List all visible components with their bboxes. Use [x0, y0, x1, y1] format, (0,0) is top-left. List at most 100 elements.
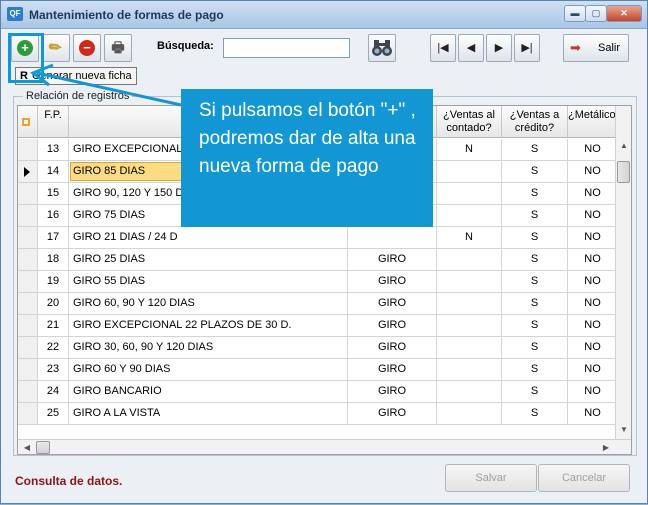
vertical-scrollbar[interactable]: ▲ ▼ [615, 106, 631, 439]
table-row[interactable]: 24 GIRO BANCARIO GIRO S NO [18, 381, 618, 403]
cell-description[interactable]: GIRO 60 Y 90 DIAS [69, 359, 348, 381]
cell-cash-sales[interactable]: N [437, 139, 502, 161]
delete-button[interactable]: − [73, 34, 101, 62]
minimize-button[interactable]: ▬ [564, 5, 586, 22]
cell-fp[interactable]: 24 [38, 381, 69, 403]
cell-credit-sales[interactable]: S [502, 139, 568, 161]
cell-cash[interactable]: NO [568, 337, 618, 359]
cell-type[interactable]: GIRO [348, 293, 437, 315]
row-indicator[interactable] [18, 359, 38, 381]
cell-cash-sales[interactable] [437, 161, 502, 183]
cell-description[interactable]: GIRO 25 DIAS [69, 249, 348, 271]
exit-button[interactable]: ➡ Salir [563, 34, 629, 62]
horizontal-scroll-thumb[interactable] [36, 441, 50, 454]
cell-fp[interactable]: 15 [38, 183, 69, 205]
cell-credit-sales[interactable]: S [502, 315, 568, 337]
cell-credit-sales[interactable]: S [502, 381, 568, 403]
cell-credit-sales[interactable]: S [502, 271, 568, 293]
cell-description[interactable]: GIRO 30, 60, 90 Y 120 DIAS [69, 337, 348, 359]
cell-type[interactable]: GIRO [348, 381, 437, 403]
row-indicator[interactable] [18, 315, 38, 337]
cell-type[interactable]: GIRO [348, 359, 437, 381]
column-header-fp[interactable]: F.P. [38, 106, 69, 138]
search-button[interactable] [368, 34, 396, 62]
table-row[interactable]: 17 GIRO 21 DIAS / 24 D N S NO [18, 227, 618, 249]
row-indicator[interactable] [18, 293, 38, 315]
last-record-button[interactable]: ▶| [514, 34, 540, 62]
previous-record-button[interactable]: ◀ [458, 34, 484, 62]
row-indicator[interactable] [18, 205, 38, 227]
table-row[interactable]: 18 GIRO 25 DIAS GIRO S NO [18, 249, 618, 271]
table-row[interactable]: 25 GIRO A LA VISTA GIRO S NO [18, 403, 618, 425]
maximize-button[interactable]: ▢ [585, 5, 607, 22]
table-row[interactable]: 21 GIRO EXCEPCIONAL 22 PLAZOS DE 30 D. GIR… [18, 315, 618, 337]
title-bar[interactable]: QF Mantenimiento de formas de pago ▬ ▢ ✕ [1, 1, 647, 29]
cell-description[interactable]: GIRO 60, 90 Y 120 DIAS [69, 293, 348, 315]
cell-cash-sales[interactable] [437, 315, 502, 337]
cell-fp[interactable]: 14 [38, 161, 69, 183]
cell-credit-sales[interactable]: S [502, 183, 568, 205]
cell-cash-sales[interactable] [437, 249, 502, 271]
row-indicator[interactable] [18, 271, 38, 293]
cell-type[interactable]: GIRO [348, 315, 437, 337]
table-row[interactable]: 20 GIRO 60, 90 Y 120 DIAS GIRO S NO [18, 293, 618, 315]
cell-description[interactable]: GIRO 21 DIAS / 24 D [69, 227, 348, 249]
column-header-cash[interactable]: ¿Metálico? [568, 106, 622, 138]
table-row[interactable]: 22 GIRO 30, 60, 90 Y 120 DIAS GIRO S NO [18, 337, 618, 359]
cell-cash-sales[interactable] [437, 337, 502, 359]
cell-cash-sales[interactable]: N [437, 227, 502, 249]
vertical-scroll-thumb[interactable] [617, 161, 630, 183]
cell-cash[interactable]: NO [568, 161, 618, 183]
cell-credit-sales[interactable]: S [502, 227, 568, 249]
cell-cash[interactable]: NO [568, 293, 618, 315]
cell-cash[interactable]: NO [568, 315, 618, 337]
cell-cash-sales[interactable] [437, 293, 502, 315]
cancel-button[interactable]: Cancelar [538, 464, 630, 492]
save-button[interactable]: Salvar [445, 464, 537, 492]
cell-credit-sales[interactable]: S [502, 403, 568, 425]
cell-fp[interactable]: 20 [38, 293, 69, 315]
cell-description[interactable]: GIRO A LA VISTA [69, 403, 348, 425]
edit-button[interactable]: ✎ [42, 34, 70, 62]
scroll-right-arrow-icon[interactable]: ▶ [599, 440, 613, 454]
next-record-button[interactable]: ▶ [486, 34, 512, 62]
cell-fp[interactable]: 16 [38, 205, 69, 227]
cell-type[interactable]: GIRO [348, 249, 437, 271]
cell-cash-sales[interactable] [437, 271, 502, 293]
cell-credit-sales[interactable]: S [502, 337, 568, 359]
print-button[interactable]: 🖶 [104, 34, 132, 62]
cell-cash[interactable]: NO [568, 205, 618, 227]
search-input[interactable] [223, 38, 350, 58]
row-indicator[interactable] [18, 403, 38, 425]
cell-description[interactable]: GIRO BANCARIO [69, 381, 348, 403]
cell-fp[interactable]: 17 [38, 227, 69, 249]
cell-fp[interactable]: 25 [38, 403, 69, 425]
cell-fp[interactable]: 23 [38, 359, 69, 381]
row-indicator[interactable] [18, 161, 38, 183]
cell-cash[interactable]: NO [568, 139, 618, 161]
cell-fp[interactable]: 13 [38, 139, 69, 161]
cell-description[interactable]: GIRO EXCEPCIONAL 22 PLAZOS DE 30 D. [69, 315, 348, 337]
cell-type[interactable]: GIRO [348, 271, 437, 293]
row-indicator[interactable] [18, 227, 38, 249]
cell-type[interactable]: GIRO [348, 337, 437, 359]
scroll-down-arrow-icon[interactable]: ▼ [617, 422, 631, 438]
cell-cash[interactable]: NO [568, 227, 618, 249]
cell-credit-sales[interactable]: S [502, 249, 568, 271]
cell-cash[interactable]: NO [568, 403, 618, 425]
table-row[interactable]: 23 GIRO 60 Y 90 DIAS GIRO S NO [18, 359, 618, 381]
cell-cash[interactable]: NO [568, 381, 618, 403]
cell-cash-sales[interactable] [437, 205, 502, 227]
cell-fp[interactable]: 21 [38, 315, 69, 337]
row-indicator[interactable] [18, 249, 38, 271]
cell-cash-sales[interactable] [437, 183, 502, 205]
cell-description[interactable]: GIRO 55 DIAS [69, 271, 348, 293]
cell-credit-sales[interactable]: S [502, 359, 568, 381]
cell-cash[interactable]: NO [568, 271, 618, 293]
cell-cash-sales[interactable] [437, 403, 502, 425]
column-header-credit-sales[interactable]: ¿Ventas a crédito? [502, 106, 568, 138]
scroll-left-arrow-icon[interactable]: ◀ [20, 440, 34, 454]
cell-fp[interactable]: 18 [38, 249, 69, 271]
cell-type[interactable]: GIRO [348, 403, 437, 425]
row-indicator[interactable] [18, 381, 38, 403]
